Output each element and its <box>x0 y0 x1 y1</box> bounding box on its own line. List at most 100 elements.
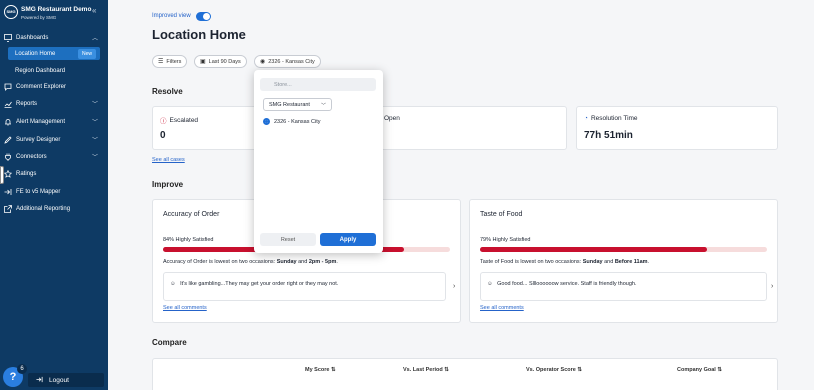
sidebar-item-label: Ratings <box>16 171 37 177</box>
open-label: Open <box>384 115 400 122</box>
compare-heading: Compare <box>152 338 187 347</box>
sidebar-item-region-dashboard[interactable]: Region Dashboard <box>8 64 100 77</box>
plug-icon <box>4 153 12 161</box>
see-all-comments-link[interactable]: See all comments <box>480 305 524 311</box>
col-my-score[interactable]: My Score ⇅ <box>305 367 336 373</box>
sidebar-item-alert-management[interactable]: Alert Management ﹀ <box>0 115 108 129</box>
improve-card-title: Accuracy of Order <box>163 211 220 218</box>
escalated-label: Escalated <box>169 116 199 124</box>
store-filter-chip[interactable]: ◉ 2326 - Kansas City <box>254 55 321 68</box>
smiley-icon: ☺ <box>170 281 176 287</box>
improve-card-title: Taste of Food <box>480 211 523 218</box>
logout-label: Logout <box>49 376 69 384</box>
sidebar-item-label: FE to v5 Mapper <box>16 189 61 195</box>
reset-button[interactable]: Reset <box>260 233 316 246</box>
comment-text: It's like gambling...They may get your o… <box>180 281 339 287</box>
sidebar-item-fe-mapper[interactable]: FE to v5 Mapper <box>0 185 108 199</box>
logout-button[interactable]: Logout <box>28 373 104 387</box>
improve-description: Accuracy of Order is lowest on two occas… <box>163 259 338 265</box>
col-vs-last-period[interactable]: Vs. Last Period ⇅ <box>403 367 449 373</box>
collapse-sidebar-icon[interactable]: « <box>92 6 96 15</box>
star-icon <box>4 170 12 178</box>
col-vs-operator-score[interactable]: Vs. Operator Score ⇅ <box>526 367 582 373</box>
store-search-input[interactable] <box>260 78 376 91</box>
apply-button[interactable]: Apply <box>320 233 376 246</box>
comment-box: ☺ It's like gambling...They may get your… <box>163 272 446 301</box>
resolution-label-row: ◔ Resolution Time <box>584 115 638 122</box>
external-link-icon <box>4 205 12 213</box>
improved-view-toggle[interactable] <box>196 12 211 21</box>
chevron-up-icon: ︿ <box>91 36 98 42</box>
open-card[interactable]: Open <box>376 106 567 150</box>
pencil-icon <box>4 136 12 144</box>
sidebar-item-label: Survey Designer <box>16 137 61 143</box>
sidebar-item-label: Region Dashboard <box>15 67 66 74</box>
satisfied-label: 84% Highly Satisfied <box>163 237 214 243</box>
sidebar-item-label: Dashboards <box>16 35 49 41</box>
sidebar-item-label: Additional Reporting <box>16 206 71 212</box>
sidebar-item-label: Reports <box>16 101 38 107</box>
resolution-time-card[interactable]: ◔ Resolution Time 77h 51min <box>576 106 778 150</box>
radio-selected[interactable] <box>263 118 270 125</box>
filters-button[interactable]: ☰ Filters <box>152 55 188 68</box>
smg-logo: SMG <box>4 5 18 19</box>
sidebar: SMG SMG Restaurant Demo Powered by SMG «… <box>0 0 108 390</box>
see-all-cases-link[interactable]: See all cases <box>152 157 185 163</box>
store-picker-popup: SMG Restaurant ﹀ 2326 - Kansas City Rese… <box>254 70 383 253</box>
sidebar-item-label: Location Home <box>15 50 56 57</box>
period-filter-chip[interactable]: ▣ Last 90 Days <box>194 55 247 68</box>
org-select[interactable]: SMG Restaurant ﹀ <box>263 98 332 111</box>
satisfaction-bar-fill <box>480 247 707 252</box>
store-label: 2326 - Kansas City <box>268 58 315 65</box>
main-content: Improved view Location Home ☰ Filters ▣ … <box>108 0 814 390</box>
logout-icon <box>36 376 43 385</box>
sidebar-item-label: Comment Explorer <box>16 84 67 90</box>
help-count-badge: 6 <box>17 364 27 374</box>
page-title: Location Home <box>152 27 246 42</box>
smiley-icon: ☺ <box>487 281 493 287</box>
sidebar-item-survey-designer[interactable]: Survey Designer ﹀ <box>0 133 108 147</box>
chevron-down-icon: ﹀ <box>320 103 326 109</box>
store-option[interactable]: 2326 - Kansas City <box>263 118 320 125</box>
resolve-heading: Resolve <box>152 87 183 96</box>
org-select-value: SMG Restaurant <box>269 101 310 108</box>
sidebar-item-reports[interactable]: Reports ﹀ <box>0 97 108 111</box>
clock-icon: ◔ <box>584 115 588 122</box>
sidebar-item-ratings[interactable]: Ratings <box>0 167 108 181</box>
compare-table: My Score ⇅ Vs. Last Period ⇅ Vs. Operato… <box>152 358 778 390</box>
monitor-icon <box>4 34 12 42</box>
comment-icon <box>4 83 12 91</box>
new-badge: New <box>77 49 96 59</box>
feedback-tab[interactable] <box>0 166 4 184</box>
see-all-comments-link[interactable]: See all comments <box>163 305 207 311</box>
chevron-down-icon: ﹀ <box>91 120 98 126</box>
sidebar-item-dashboards[interactable]: Dashboards ︿ <box>0 31 108 45</box>
chevron-down-icon: ﹀ <box>91 138 98 144</box>
brand-subtitle: Powered by SMG <box>21 15 57 20</box>
arrow-in-icon <box>4 188 12 196</box>
sidebar-item-additional-reporting[interactable]: Additional Reporting <box>0 202 108 216</box>
store-option-label: 2326 - Kansas City <box>274 118 321 125</box>
brand: SMG SMG Restaurant Demo Powered by SMG <box>4 4 104 24</box>
chevron-down-icon: ﹀ <box>91 155 98 161</box>
bell-icon <box>4 118 12 126</box>
sidebar-item-comment-explorer[interactable]: Comment Explorer <box>0 80 108 94</box>
sidebar-item-location-home[interactable]: Location Home New <box>8 47 100 60</box>
sidebar-item-connectors[interactable]: Connectors ﹀ <box>0 150 108 164</box>
filter-icon: ☰ <box>158 59 164 65</box>
escalated-label-row: ⓘ Escalated <box>160 115 199 126</box>
filters-label: Filters <box>166 58 182 65</box>
improved-view-label: Improved view <box>152 13 191 19</box>
comment-text: Good food... Sllloooooow service. Staff … <box>497 281 637 287</box>
comment-box: ☺ Good food... Sllloooooow service. Staf… <box>480 272 767 301</box>
satisfied-label: 79% Highly Satisfied <box>480 237 531 243</box>
next-comment-icon[interactable]: › <box>771 283 773 290</box>
period-label: Last 90 Days <box>208 58 241 65</box>
escalated-value: 0 <box>160 130 166 141</box>
sidebar-item-label: Alert Management <box>16 119 66 125</box>
improve-heading: Improve <box>152 180 184 189</box>
next-comment-icon[interactable]: › <box>453 283 455 290</box>
brand-title: SMG Restaurant Demo <box>21 6 92 13</box>
col-company-goal[interactable]: Company Goal ⇅ <box>677 367 722 373</box>
resolution-value: 77h 51min <box>584 130 633 141</box>
